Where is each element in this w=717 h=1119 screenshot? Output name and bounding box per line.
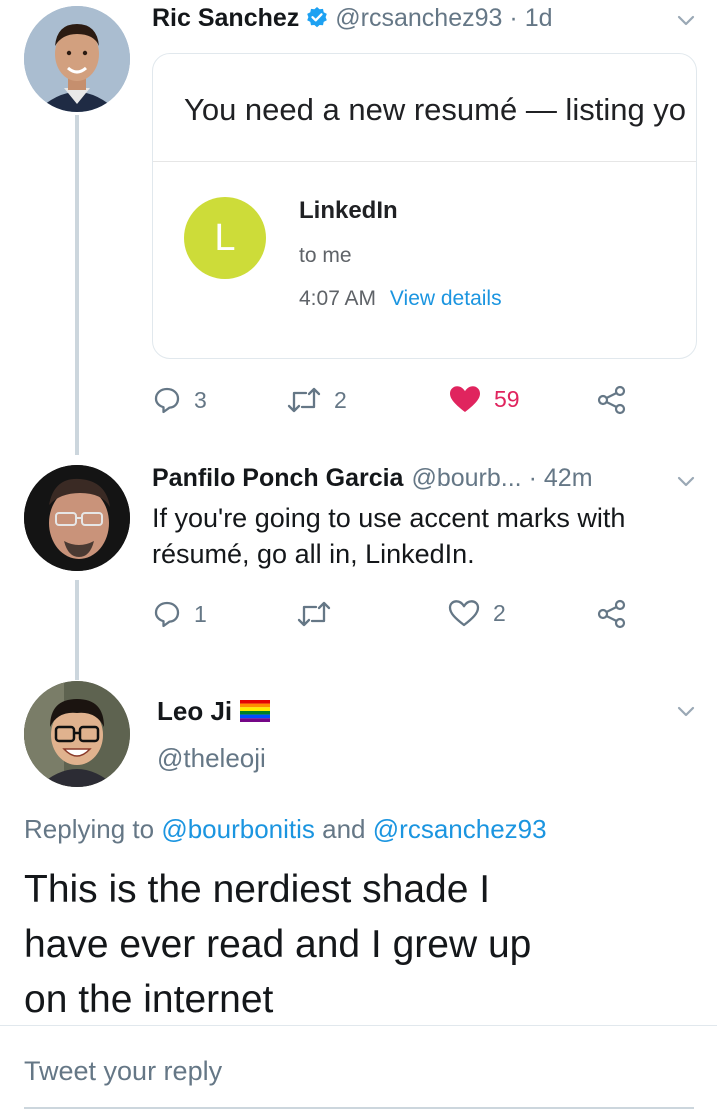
email-subject: You need a new resumé — listing yo <box>184 92 687 127</box>
retweet-count: 2 <box>334 386 347 413</box>
email-time: 4:07 AM <box>299 287 377 310</box>
email-divider <box>153 161 696 162</box>
email-sender-name: LinkedIn <box>299 197 398 224</box>
reply-icon <box>154 601 180 628</box>
heart-filled-icon <box>450 386 480 412</box>
replying-to-user-link[interactable]: @bourbonitis <box>161 814 315 844</box>
chevron-down-icon[interactable] <box>674 469 698 498</box>
replying-to-prefix: Replying to <box>24 814 155 844</box>
retweet-icon <box>287 387 321 413</box>
avatar-leo-ji[interactable] <box>24 681 130 787</box>
email-recipient: to me <box>299 244 352 267</box>
avatar-ric-sanchez[interactable] <box>24 6 130 112</box>
heart-outline-icon <box>448 600 480 627</box>
view-details-link[interactable]: View details <box>390 287 502 310</box>
chevron-down-icon[interactable] <box>674 699 698 728</box>
tweet2-text-line: If you're going to use accent marks with <box>152 503 626 533</box>
avatar-panfilo-garcia[interactable] <box>24 465 130 571</box>
replying-to: Replying to @bourbonitis and @rcsanchez9… <box>24 814 547 845</box>
share-button[interactable] <box>596 599 628 629</box>
rainbow-flag-icon <box>240 700 271 722</box>
reply-count: 1 <box>194 600 207 627</box>
like-count: 2 <box>493 599 506 626</box>
reply-button[interactable]: 1 <box>152 599 207 629</box>
tweet1-header: Ric Sanchez @rcsanchez93 · 1d <box>152 2 553 34</box>
share-button[interactable] <box>596 385 628 415</box>
tweet1-timestamp[interactable]: · 1d <box>509 4 552 33</box>
replying-to-and: and <box>322 814 366 844</box>
main-tweet-author-name[interactable]: Leo Ji <box>157 696 232 727</box>
main-tweet-text-line: on the internet <box>24 978 274 1021</box>
email-screenshot-card[interactable]: You need a new resumé — listing yo L Lin… <box>152 53 697 359</box>
reply-placeholder: Tweet your reply <box>24 1056 223 1086</box>
verified-icon <box>305 6 329 30</box>
retweet-icon <box>297 601 331 627</box>
tweet2-author-name[interactable]: Panfilo Ponch Garcia <box>152 464 403 493</box>
divider <box>0 1025 717 1026</box>
main-tweet-author: Leo Ji <box>157 695 271 727</box>
tweet1-author-name[interactable]: Ric Sanchez <box>152 4 299 33</box>
retweet-button[interactable]: 2 <box>286 385 347 415</box>
replying-to-user-link[interactable]: @rcsanchez93 <box>373 814 547 844</box>
share-icon <box>597 599 626 629</box>
tweet2-timestamp[interactable]: · 42m <box>529 464 593 493</box>
reply-icon <box>154 387 180 414</box>
tweet-reply-input[interactable]: Tweet your reply <box>24 1056 694 1094</box>
email-time-row: 4:07 AM View details <box>299 287 502 311</box>
linkedin-sender-avatar: L <box>184 197 266 279</box>
thread-line <box>75 115 79 455</box>
like-button[interactable]: 59 <box>448 384 520 414</box>
main-tweet-text-line: This is the nerdiest shade I <box>24 868 491 911</box>
tweet2-handle[interactable]: @bourb... <box>411 464 521 493</box>
sender-initial: L <box>214 216 236 259</box>
tweet1-handle[interactable]: @rcsanchez93 <box>335 4 502 33</box>
tweet2-header: Panfilo Ponch Garcia @bourb... · 42m <box>152 462 593 494</box>
thread-line <box>75 580 79 680</box>
reply-input-underline <box>24 1107 694 1109</box>
tweet2-text-line: résumé, go all in, LinkedIn. <box>152 539 475 569</box>
like-button[interactable]: 2 <box>447 598 506 628</box>
share-icon <box>597 385 626 415</box>
retweet-button[interactable] <box>296 599 332 629</box>
chevron-down-icon[interactable] <box>674 8 698 37</box>
reply-count: 3 <box>194 386 207 413</box>
main-tweet-text: This is the nerdiest shade I have ever r… <box>24 862 531 1027</box>
tweet2-text: If you're going to use accent marks with… <box>152 500 625 572</box>
main-tweet-text-line: have ever read and I grew up <box>24 923 532 966</box>
like-count: 59 <box>494 385 520 412</box>
reply-button[interactable]: 3 <box>152 385 207 415</box>
main-tweet-handle[interactable]: @theleoji <box>157 743 266 774</box>
